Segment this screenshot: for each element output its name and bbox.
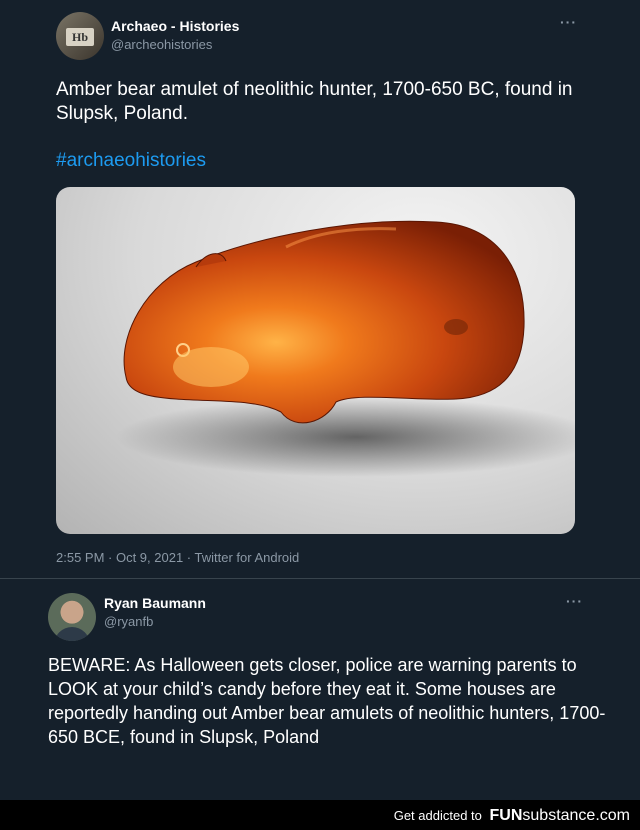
- amber-bear-image: [116, 220, 575, 477]
- avatar-shirt: [54, 627, 90, 641]
- brand-tld: .com: [595, 807, 630, 824]
- tweet-original: Hb Archaeo - Histories @archeohistories …: [0, 0, 640, 578]
- brand-logo: FUNsubstance.com: [490, 807, 631, 824]
- tweet-text: BEWARE: As Halloween gets closer, police…: [48, 655, 606, 747]
- brand-rest: substance: [522, 807, 596, 824]
- avatar[interactable]: Hb: [56, 12, 104, 60]
- tweet-reply: Ryan Baumann @ryanfb ··· BEWARE: As Hall…: [0, 578, 640, 800]
- avatar[interactable]: [48, 593, 96, 641]
- author-handle[interactable]: @ryanfb: [104, 614, 153, 629]
- watermark-tagline: Get addicted to: [393, 808, 482, 823]
- watermark-text[interactable]: Get addicted to FUNsubstance.com: [394, 807, 630, 825]
- hashtag-link[interactable]: #archaeohistories: [56, 150, 206, 172]
- avatar-logo: Hb: [66, 28, 94, 46]
- author-name[interactable]: Archaeo - Histories: [111, 18, 239, 34]
- brand-bold: FUN: [489, 807, 523, 824]
- watermark-bar: Get addicted to FUNsubstance.com: [0, 800, 640, 830]
- more-options-icon[interactable]: ···: [560, 14, 577, 30]
- author-name[interactable]: Ryan Baumann: [104, 595, 206, 611]
- author-handle[interactable]: @archeohistories: [111, 37, 212, 52]
- tweet-timestamp[interactable]: 2:55 PM · Oct 9, 2021 · Twitter for Andr…: [56, 550, 299, 565]
- tweet-image[interactable]: [56, 187, 575, 534]
- tweet-text: Amber bear amulet of neolithic hunter, 1…: [56, 79, 573, 124]
- more-options-icon[interactable]: ···: [566, 593, 583, 609]
